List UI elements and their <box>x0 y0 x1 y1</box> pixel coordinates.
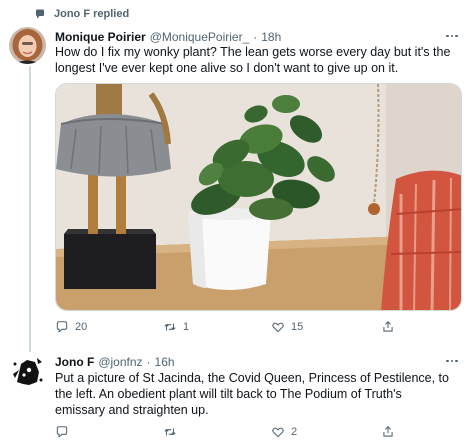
author-name[interactable]: Jono F <box>55 355 94 369</box>
retweet-count: 1 <box>183 321 190 333</box>
comment-icon <box>36 9 44 19</box>
retweet-button[interactable] <box>163 425 183 439</box>
tweet-photo[interactable] <box>55 83 462 311</box>
author-name[interactable]: Monique Poirier <box>55 30 146 44</box>
avatar[interactable] <box>9 352 46 389</box>
timestamp[interactable]: 18h <box>261 30 281 44</box>
author-handle[interactable]: @jonfnz <box>98 355 142 369</box>
like-count: 15 <box>291 321 304 333</box>
share-button[interactable] <box>381 320 395 334</box>
reply-button[interactable] <box>55 425 75 439</box>
share-button[interactable] <box>381 425 395 439</box>
tweet-actions: 2 <box>55 425 455 441</box>
avatar[interactable] <box>9 27 46 64</box>
tweet-header: Monique Poirier @MoniquePoirier_ · 18h <box>55 30 281 44</box>
more-options-button[interactable] <box>442 29 462 43</box>
thread-line <box>29 66 31 354</box>
social-context-label: Jono F replied <box>54 8 130 20</box>
separator-dot: · <box>146 355 151 369</box>
retweet-icon <box>164 428 176 436</box>
reply-count: 20 <box>75 321 88 333</box>
timestamp[interactable]: 16h <box>155 355 175 369</box>
separator-dot: · <box>253 30 258 44</box>
share-icon <box>383 321 393 332</box>
more-options-button[interactable] <box>442 354 462 368</box>
like-button[interactable]: 2 <box>271 425 297 439</box>
retweet-button[interactable]: 1 <box>163 320 189 334</box>
reply-icon <box>56 321 68 333</box>
heart-icon <box>272 427 284 438</box>
share-icon <box>383 426 393 437</box>
retweet-icon <box>164 323 176 331</box>
heart-icon <box>272 322 284 333</box>
tweet-text: How do I fix my wonky plant? The lean ge… <box>55 45 451 75</box>
like-button[interactable]: 15 <box>271 320 303 334</box>
author-handle[interactable]: @MoniquePoirier_ <box>150 30 250 44</box>
like-count: 2 <box>291 426 298 438</box>
reply-button[interactable]: 20 <box>55 320 87 334</box>
tweet-header: Jono F @jonfnz · 16h <box>55 355 175 369</box>
tweet-actions: 20 1 15 <box>55 320 455 336</box>
tweet-text: Put a picture of St Jacinda, the Covid Q… <box>55 371 449 417</box>
reply-icon <box>56 426 68 438</box>
social-context: Jono F replied <box>34 6 129 22</box>
